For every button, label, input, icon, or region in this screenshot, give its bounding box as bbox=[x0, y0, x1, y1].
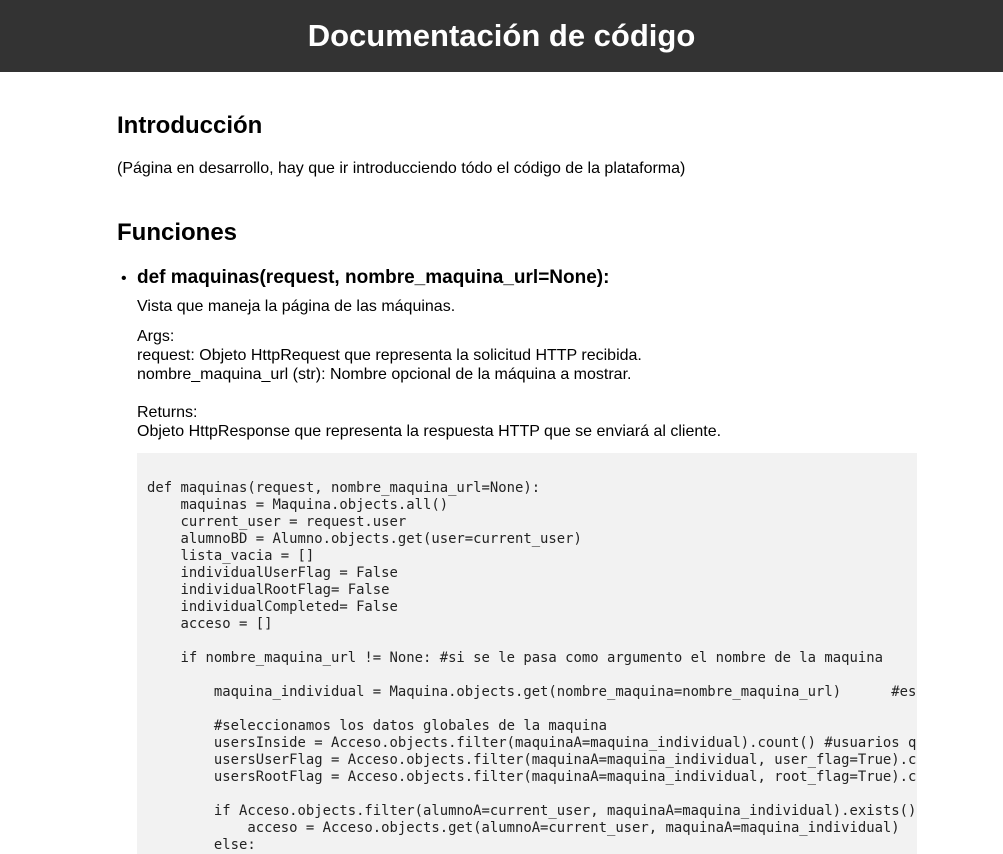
arg-nombre-maquina-url: nombre_maquina_url (str): Nombre opciona… bbox=[137, 366, 632, 383]
function-description: Vista que maneja la página de las máquin… bbox=[137, 298, 456, 315]
functions-heading: Funciones bbox=[117, 219, 238, 246]
code-text[interactable]: def maquinas(request, nombre_maquina_url… bbox=[137, 453, 917, 854]
returns-label: Returns: bbox=[137, 404, 198, 421]
function-returns: Returns: Objeto HttpResponse que represe… bbox=[137, 403, 721, 441]
returns-text: Objeto HttpResponse que representa la re… bbox=[137, 423, 722, 440]
function-args: Args: request: Objeto HttpRequest que re… bbox=[137, 327, 642, 384]
intro-heading: Introducción bbox=[117, 112, 263, 139]
arg-request: request: Objeto HttpRequest que represen… bbox=[137, 347, 642, 364]
intro-text: (Página en desarrollo, hay que ir introd… bbox=[117, 160, 686, 177]
bullet-icon: • bbox=[121, 270, 127, 287]
function-signature: def maquinas(request, nombre_maquina_url… bbox=[137, 267, 610, 288]
args-label: Args: bbox=[137, 328, 175, 345]
page-title: Documentación de código bbox=[307, 18, 696, 53]
page-header: Documentación de código bbox=[0, 0, 1003, 72]
code-block[interactable]: def maquinas(request, nombre_maquina_url… bbox=[137, 453, 917, 854]
